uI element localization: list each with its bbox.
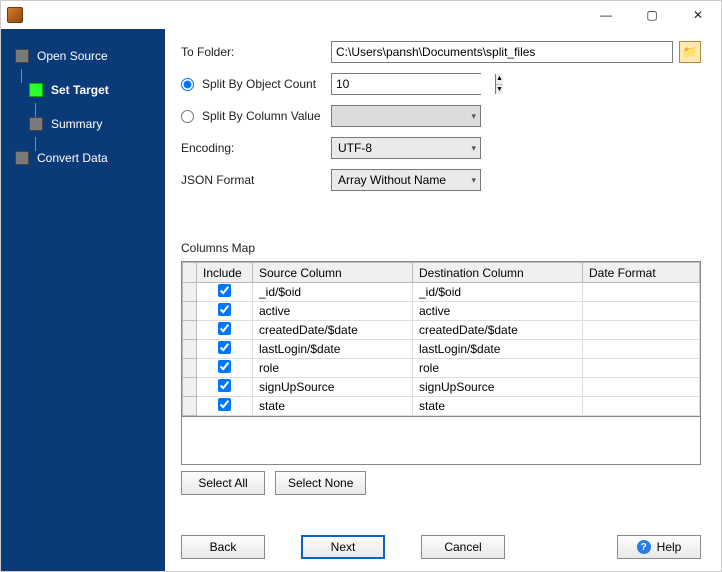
dest-cell[interactable]: state xyxy=(413,397,583,416)
folder-icon: 📁 xyxy=(683,45,698,59)
dest-cell[interactable]: signUpSource xyxy=(413,378,583,397)
json-format-select[interactable]: Array Without Name ▾ xyxy=(331,169,481,191)
grid-empty-area xyxy=(181,417,701,465)
wizard-sidebar: Open Source Set Target Summary Convert D… xyxy=(1,29,165,571)
select-all-button[interactable]: Select All xyxy=(181,471,265,495)
maximize-button[interactable]: ▢ xyxy=(629,1,675,29)
object-count-stepper[interactable]: ▲▼ xyxy=(331,73,481,95)
row-header xyxy=(183,378,197,397)
help-label: Help xyxy=(657,540,682,554)
to-folder-label: To Folder: xyxy=(181,45,331,59)
help-button[interactable]: ? Help xyxy=(617,535,701,559)
include-checkbox[interactable] xyxy=(218,322,231,335)
encoding-value: UTF-8 xyxy=(338,141,372,155)
step-label: Open Source xyxy=(37,49,108,63)
row-header xyxy=(183,302,197,321)
include-checkbox[interactable] xyxy=(218,284,231,297)
table-row[interactable]: rolerole xyxy=(183,359,700,378)
dest-cell[interactable]: active xyxy=(413,302,583,321)
browse-folder-button[interactable]: 📁 xyxy=(679,41,701,63)
cancel-button[interactable]: Cancel xyxy=(421,535,505,559)
row-header xyxy=(183,359,197,378)
dest-cell[interactable]: role xyxy=(413,359,583,378)
step-label: Summary xyxy=(51,117,102,131)
datefmt-cell[interactable] xyxy=(583,321,700,340)
select-none-button[interactable]: Select None xyxy=(275,471,366,495)
back-button[interactable]: Back xyxy=(181,535,265,559)
grid-corner xyxy=(183,263,197,283)
spin-up-icon[interactable]: ▲ xyxy=(496,74,503,85)
split-by-count-radio-input[interactable] xyxy=(181,78,194,91)
include-checkbox[interactable] xyxy=(218,379,231,392)
datefmt-cell[interactable] xyxy=(583,359,700,378)
split-by-column-label: Split By Column Value xyxy=(202,109,321,123)
table-row[interactable]: lastLogin/$datelastLogin/$date xyxy=(183,340,700,359)
dest-cell[interactable]: lastLogin/$date xyxy=(413,340,583,359)
dest-cell[interactable]: _id/$oid xyxy=(413,283,583,302)
step-set-target[interactable]: Set Target xyxy=(1,77,165,103)
titlebar: — ▢ ✕ xyxy=(1,1,721,29)
table-row[interactable]: _id/$oid_id/$oid xyxy=(183,283,700,302)
table-row[interactable]: activeactive xyxy=(183,302,700,321)
col-include[interactable]: Include xyxy=(197,263,253,283)
col-dest[interactable]: Destination Column xyxy=(413,263,583,283)
source-cell[interactable]: createdDate/$date xyxy=(253,321,413,340)
row-header xyxy=(183,340,197,359)
step-summary[interactable]: Summary xyxy=(1,111,165,137)
row-header xyxy=(183,397,197,416)
datefmt-cell[interactable] xyxy=(583,397,700,416)
spin-down-icon[interactable]: ▼ xyxy=(496,85,503,95)
split-by-count-radio[interactable]: Split By Object Count xyxy=(181,77,331,91)
include-checkbox[interactable] xyxy=(218,341,231,354)
source-cell[interactable]: role xyxy=(253,359,413,378)
step-label: Set Target xyxy=(51,83,109,97)
object-count-input[interactable] xyxy=(332,74,495,94)
columns-map-grid[interactable]: Include Source Column Destination Column… xyxy=(181,261,701,417)
include-checkbox[interactable] xyxy=(218,360,231,373)
include-checkbox[interactable] xyxy=(218,303,231,316)
json-format-label: JSON Format xyxy=(181,173,331,187)
source-cell[interactable]: signUpSource xyxy=(253,378,413,397)
row-header xyxy=(183,283,197,302)
chevron-down-icon: ▾ xyxy=(471,111,476,122)
split-by-column-radio-input[interactable] xyxy=(181,110,194,123)
chevron-down-icon: ▾ xyxy=(471,175,476,186)
row-header xyxy=(183,321,197,340)
encoding-label: Encoding: xyxy=(181,141,331,155)
next-button[interactable]: Next xyxy=(301,535,385,559)
dest-cell[interactable]: createdDate/$date xyxy=(413,321,583,340)
source-cell[interactable]: lastLogin/$date xyxy=(253,340,413,359)
chevron-down-icon: ▾ xyxy=(471,143,476,154)
encoding-select[interactable]: UTF-8 ▾ xyxy=(331,137,481,159)
source-cell[interactable]: state xyxy=(253,397,413,416)
json-format-value: Array Without Name xyxy=(338,173,446,187)
table-row[interactable]: statestate xyxy=(183,397,700,416)
col-source[interactable]: Source Column xyxy=(253,263,413,283)
step-label: Convert Data xyxy=(37,151,108,165)
table-row[interactable]: signUpSourcesignUpSource xyxy=(183,378,700,397)
to-folder-input[interactable] xyxy=(331,41,673,63)
split-column-select: ▾ xyxy=(331,105,481,127)
help-icon: ? xyxy=(637,540,651,554)
source-cell[interactable]: active xyxy=(253,302,413,321)
split-by-count-label: Split By Object Count xyxy=(202,77,316,91)
app-icon xyxy=(7,7,23,23)
include-checkbox[interactable] xyxy=(218,398,231,411)
col-datefmt[interactable]: Date Format xyxy=(583,263,700,283)
step-convert-data[interactable]: Convert Data xyxy=(1,145,165,171)
datefmt-cell[interactable] xyxy=(583,378,700,397)
columns-map-title: Columns Map xyxy=(181,241,701,255)
table-row[interactable]: createdDate/$datecreatedDate/$date xyxy=(183,321,700,340)
source-cell[interactable]: _id/$oid xyxy=(253,283,413,302)
close-button[interactable]: ✕ xyxy=(675,1,721,29)
datefmt-cell[interactable] xyxy=(583,283,700,302)
datefmt-cell[interactable] xyxy=(583,340,700,359)
split-by-column-radio[interactable]: Split By Column Value xyxy=(181,109,331,123)
step-open-source[interactable]: Open Source xyxy=(1,43,165,69)
minimize-button[interactable]: — xyxy=(583,1,629,29)
datefmt-cell[interactable] xyxy=(583,302,700,321)
